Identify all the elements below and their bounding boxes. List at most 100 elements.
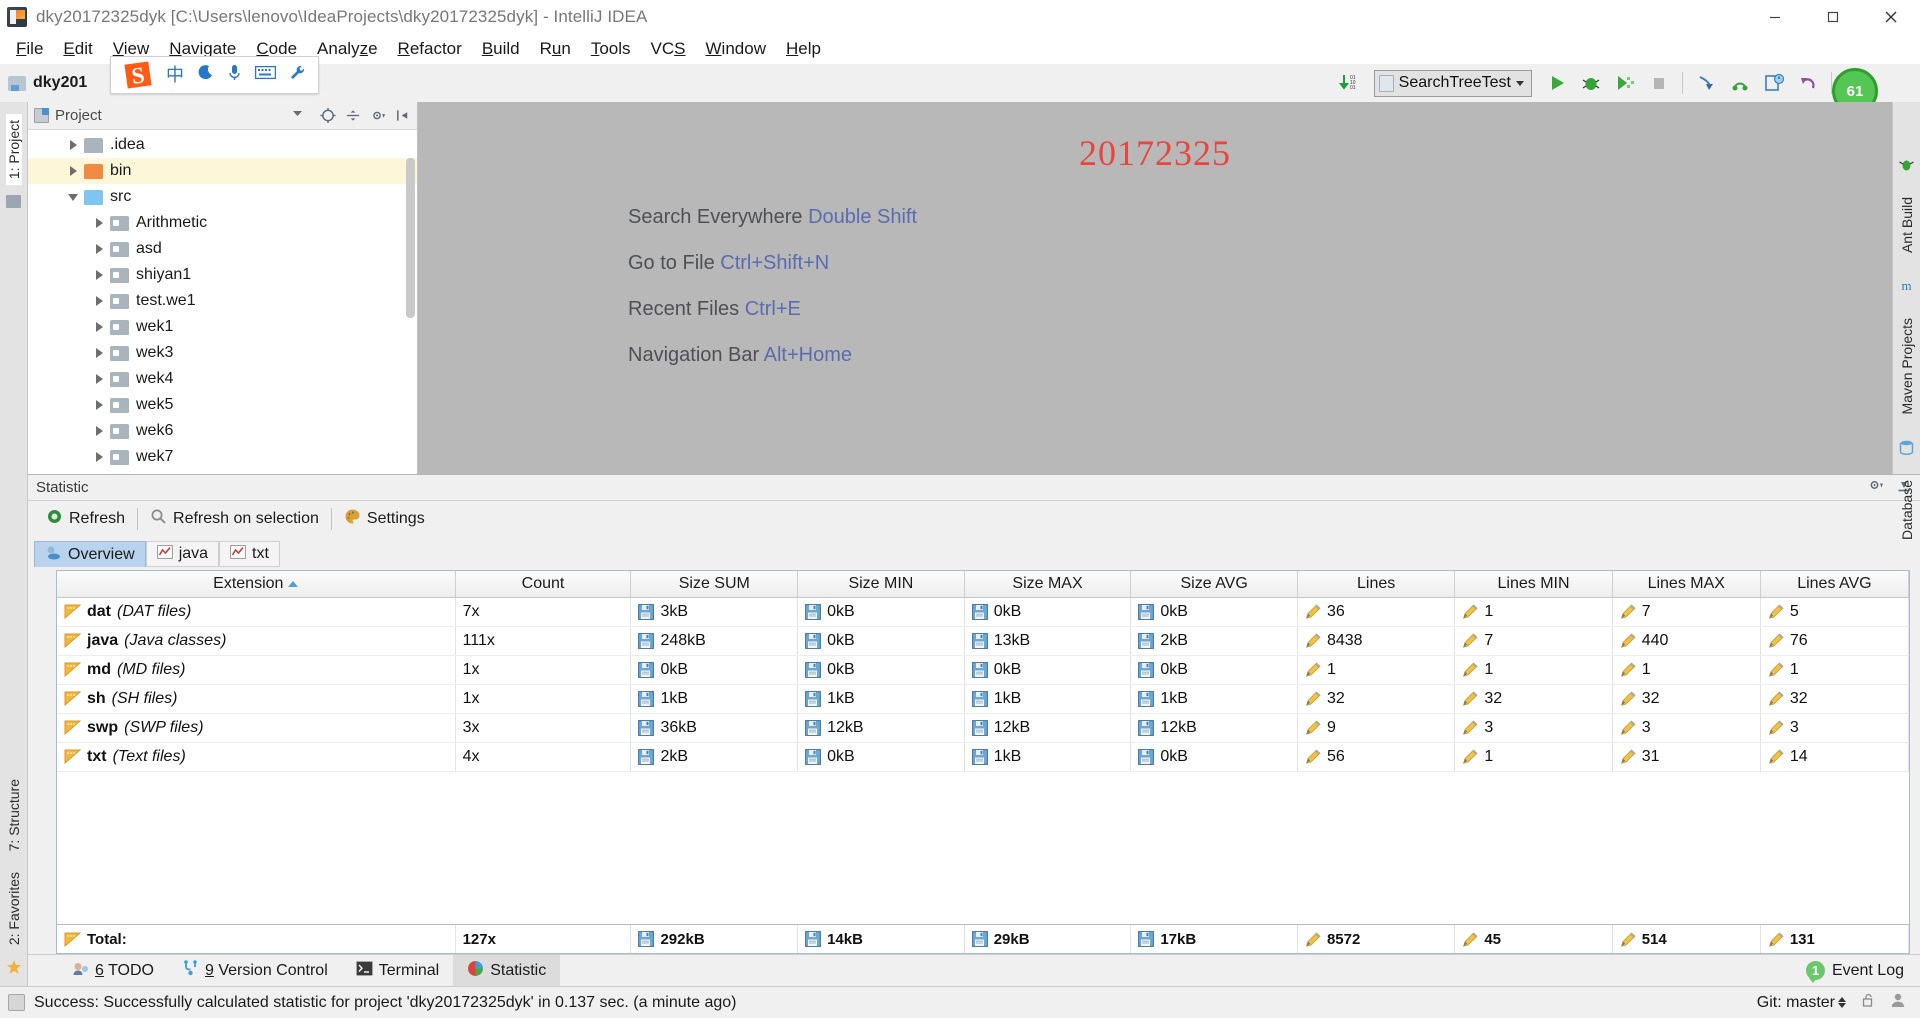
chevron-right-icon[interactable]: [88, 244, 110, 254]
column-header-lines[interactable]: Lines: [1297, 571, 1456, 598]
event-log-group[interactable]: 1 Event Log: [1805, 961, 1920, 983]
navigation-bar[interactable]: dky201: [8, 74, 87, 92]
tab-txt[interactable]: txt: [219, 541, 280, 567]
column-header-extension[interactable]: Extension: [57, 571, 456, 598]
refresh-on-selection-button[interactable]: Refresh on selection: [138, 506, 331, 532]
column-header-size-avg[interactable]: Size AVG: [1130, 571, 1298, 598]
sidebar-item-structure[interactable]: 7: Structure: [6, 773, 22, 857]
chevron-right-icon[interactable]: [88, 322, 110, 332]
menu-run[interactable]: Run: [530, 37, 581, 61]
settings-button[interactable]: Settings: [332, 506, 437, 532]
refresh-button[interactable]: Refresh: [34, 506, 137, 532]
table-row[interactable]: md (MD files) 1x 0kB 0kB 0kB 0kB 1 1 1 1: [57, 655, 1910, 685]
column-header-size-min[interactable]: Size MIN: [797, 571, 965, 598]
stop-icon[interactable]: [1644, 68, 1674, 98]
keyboard-icon[interactable]: [254, 65, 277, 85]
tree-node--idea[interactable]: .idea: [28, 132, 417, 158]
status-info-icon[interactable]: [8, 994, 25, 1011]
tab-overview[interactable]: Overview: [34, 541, 146, 567]
moon-icon[interactable]: [197, 64, 214, 86]
ant-build-icon[interactable]: [1898, 156, 1915, 173]
table-row[interactable]: txt (Text files) 4x 2kB 0kB 1kB 0kB 56 1 31 14: [57, 742, 1910, 772]
update-project-icon[interactable]: 01 10 01: [1334, 68, 1364, 98]
menu-tools[interactable]: Tools: [581, 37, 641, 61]
tree-node-bin[interactable]: bin: [28, 158, 417, 184]
menu-build[interactable]: Build: [472, 37, 530, 61]
column-header-lines-avg[interactable]: Lines AVG: [1760, 571, 1910, 598]
column-header-size-sum[interactable]: Size SUM: [630, 571, 799, 598]
tree-node-test-we1[interactable]: test.we1: [28, 288, 417, 314]
menu-file[interactable]: File: [6, 37, 53, 61]
debug-icon[interactable]: [1576, 68, 1606, 98]
chevron-right-icon[interactable]: [88, 348, 110, 358]
database-icon[interactable]: [1898, 439, 1915, 456]
bottom-tab-terminal[interactable]: Terminal: [342, 955, 453, 987]
sidebar-item-maven-projects[interactable]: Maven Projects: [1899, 310, 1915, 422]
sidebar-item-project[interactable]: 1: Project: [5, 114, 22, 186]
column-header-size-max[interactable]: Size MAX: [964, 571, 1132, 598]
step-out-icon[interactable]: [1725, 68, 1755, 98]
run-icon[interactable]: [1542, 68, 1572, 98]
chevron-down-icon[interactable]: [62, 193, 84, 201]
settings-gear-icon[interactable]: [370, 108, 386, 124]
profiler-icon[interactable]: [1759, 68, 1789, 98]
structure-small-icon[interactable]: [6, 195, 21, 209]
bottom-tab-todo[interactable]: 6 TODO: [58, 955, 168, 987]
menu-help[interactable]: Help: [776, 37, 831, 61]
table-row[interactable]: sh (SH files) 1x 1kB 1kB 1kB 1kB 32 32 32 32: [57, 684, 1910, 714]
sogou-s-icon[interactable]: S: [121, 58, 155, 92]
collapse-all-icon[interactable]: [345, 108, 361, 124]
tree-node-asd[interactable]: asd: [28, 236, 417, 262]
chevron-right-icon[interactable]: [62, 140, 84, 150]
tree-node-wek6[interactable]: wek6: [28, 418, 417, 444]
chevron-right-icon[interactable]: [88, 270, 110, 280]
menu-analyze[interactable]: Analyze: [307, 37, 388, 61]
tree-node-wek1[interactable]: wek1: [28, 314, 417, 340]
microphone-icon[interactable]: [227, 64, 242, 87]
tab-java[interactable]: java: [145, 541, 220, 567]
sidebar-item-favorites[interactable]: 2: Favorites: [6, 866, 22, 951]
tree-node-wek5[interactable]: wek5: [28, 392, 417, 418]
chevron-right-icon[interactable]: [88, 218, 110, 228]
settings-gear-icon[interactable]: [1868, 477, 1884, 498]
tree-node-wek7[interactable]: wek7: [28, 444, 417, 470]
ime-mode-icon[interactable]: 中: [166, 66, 184, 84]
chevron-right-icon[interactable]: [88, 426, 110, 436]
menu-window[interactable]: Window: [696, 37, 776, 61]
menu-edit[interactable]: Edit: [53, 37, 102, 61]
chevron-right-icon[interactable]: [88, 400, 110, 410]
tree-node-wek3[interactable]: wek3: [28, 340, 417, 366]
tree-node-wek4[interactable]: wek4: [28, 366, 417, 392]
maximize-button[interactable]: [1804, 0, 1862, 34]
menu-refactor[interactable]: Refactor: [388, 37, 472, 61]
sidebar-item-database[interactable]: Database: [1899, 472, 1915, 548]
menu-vcs[interactable]: VCS: [641, 37, 696, 61]
git-branch-widget[interactable]: Git: master: [1757, 994, 1846, 1012]
project-tree-scrollbar[interactable]: [406, 158, 415, 318]
user-icon[interactable]: [1890, 992, 1906, 1013]
run-coverage-icon[interactable]: [1610, 68, 1640, 98]
column-header-lines-max[interactable]: Lines MAX: [1612, 571, 1761, 598]
tree-node-shiyan1[interactable]: shiyan1: [28, 262, 417, 288]
chevron-right-icon[interactable]: [62, 166, 84, 176]
project-tree[interactable]: .idea bin src Arithmetic asd shiyan1 test.we1 w…: [28, 130, 417, 474]
bottom-tab-statistic[interactable]: Statistic: [453, 954, 561, 987]
hide-panel-icon[interactable]: [395, 108, 411, 124]
scroll-from-source-icon[interactable]: [320, 107, 336, 124]
unlock-icon[interactable]: [1860, 992, 1876, 1013]
bottom-tab-version-control[interactable]: 9 Version Control: [168, 955, 342, 987]
wrench-icon[interactable]: [289, 64, 306, 86]
step-into-icon[interactable]: [1691, 68, 1721, 98]
column-header-lines-min[interactable]: Lines MIN: [1454, 571, 1613, 598]
close-button[interactable]: [1862, 0, 1920, 34]
table-row[interactable]: java (Java classes) 111x 248kB 0kB 13kB 2kB 843…: [57, 626, 1910, 656]
tree-node-arithmetic[interactable]: Arithmetic: [28, 210, 417, 236]
project-view-dropdown-icon[interactable]: [291, 107, 304, 125]
run-configuration-selector[interactable]: SearchTreeTest: [1373, 69, 1532, 97]
favorites-star-icon[interactable]: [6, 959, 22, 980]
chevron-right-icon[interactable]: [88, 452, 110, 462]
sidebar-item-ant-build[interactable]: Ant Build: [1899, 189, 1915, 261]
table-row[interactable]: swp (SWP files) 3x 36kB 12kB 12kB 12kB 9 3 3 3: [57, 713, 1910, 743]
maven-icon[interactable]: m: [1898, 277, 1915, 294]
revert-icon[interactable]: [1793, 68, 1823, 98]
